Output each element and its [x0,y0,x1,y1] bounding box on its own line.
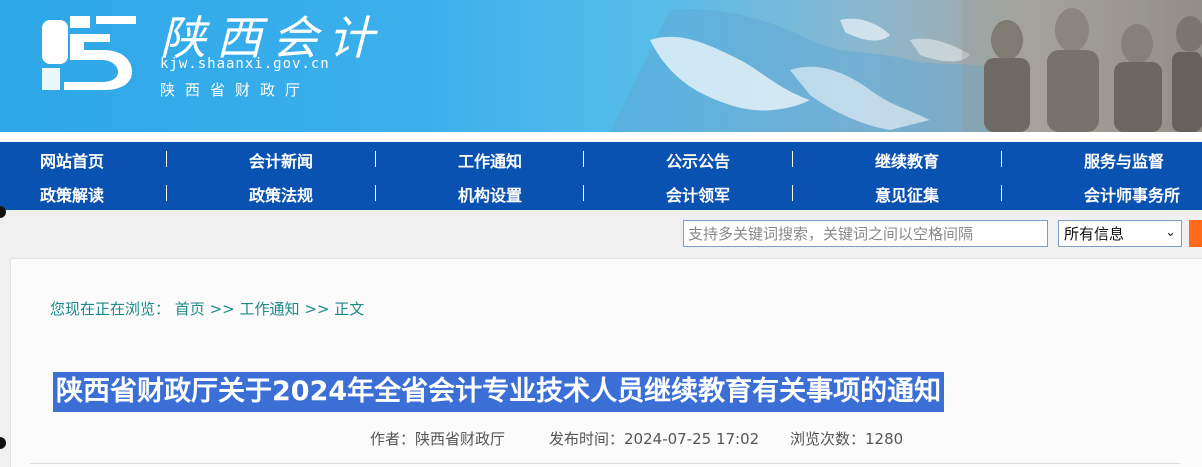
published-value: 2024-07-25 17:02 [624,430,760,448]
article-title: 陕西省财政厅关于2024年全省会计专业技术人员继续教育有关事项的通知 [53,372,945,412]
nav-item-organization[interactable]: 机构设置 [458,182,522,206]
article-views: 浏览次数：1280 [790,428,903,449]
nav-separator [583,185,584,201]
chevron-down-icon: ⌄ [1165,225,1176,240]
nav-separator [583,151,584,167]
main-navigation: 网站首页 会计新闻 工作通知 公示公告 继续教育 服务与监督 政策解读 政策法规… [0,142,1202,210]
nav-separator [166,151,167,167]
search-scope-select[interactable]: 所有信息 ⌄ [1058,220,1182,247]
published-label: 发布时间： [549,430,625,448]
nav-separator [1001,151,1002,167]
breadcrumb-home[interactable]: 首页 [175,300,205,318]
nav-separator [792,185,793,201]
breadcrumb: 您现在正在浏览： 首页 >> 工作通知 >> 正文 [50,298,364,319]
author-label: 作者： [370,430,416,448]
breadcrumb-current: 正文 [334,300,365,318]
breadcrumb-separator: >> [209,300,235,318]
nav-item-home[interactable]: 网站首页 [40,148,104,172]
nav-gap [0,132,1202,142]
views-value: 1280 [865,430,904,448]
search-scope-value: 所有信息 [1064,225,1125,243]
nav-item-announcements[interactable]: 公示公告 [666,148,730,172]
nav-row-1: 网站首页 会计新闻 工作通知 公示公告 继续教育 服务与监督 [0,142,1202,176]
nav-item-service-supervision[interactable]: 服务与监督 [1084,148,1164,172]
header-banner: 陕西会计 kjw.shaanxi.gov.cn 陕西省财政厅 [0,0,1202,132]
nav-item-accounting-leaders[interactable]: 会计领军 [666,182,730,206]
site-org: 陕西省财政厅 [160,81,311,99]
nav-separator [1001,185,1002,201]
nav-separator [375,185,376,201]
nav-separator [166,185,167,201]
nav-item-notices[interactable]: 工作通知 [458,148,522,172]
site-url: kjw.shaanxi.gov.cn [160,56,330,72]
nav-item-news[interactable]: 会计新闻 [249,148,313,172]
divider [30,463,1180,464]
article-author: 作者：陕西省财政厅 [370,428,505,449]
nav-item-accounting-firms[interactable]: 会计师事务所 [1084,182,1180,206]
breadcrumb-separator: >> [304,300,330,318]
site-logo-icon [42,16,136,90]
views-label: 浏览次数： [790,430,866,448]
breadcrumb-prefix: 您现在正在浏览： [50,300,171,318]
nav-row-2: 政策解读 政策法规 机构设置 会计领军 意见征集 会计师事务所 [0,176,1202,210]
terracotta-warriors-image [962,0,1202,132]
nav-item-policy-interpretation[interactable]: 政策解读 [40,182,104,206]
nav-separator [375,151,376,167]
author-value: 陕西省财政厅 [415,430,506,448]
nav-item-policy-regulations[interactable]: 政策法规 [249,182,313,206]
breadcrumb-notices[interactable]: 工作通知 [240,300,300,318]
nav-item-continuing-education[interactable]: 继续教育 [875,148,939,172]
search-button[interactable] [1189,220,1202,247]
edge-marker-icon [0,437,6,449]
search-input[interactable]: 支持多关键词搜索，关键词之间以空格间隔 [683,220,1048,247]
nav-separator [792,151,793,167]
article-published: 发布时间：2024-07-25 17:02 [549,428,759,449]
nav-item-feedback[interactable]: 意见征集 [875,182,939,206]
